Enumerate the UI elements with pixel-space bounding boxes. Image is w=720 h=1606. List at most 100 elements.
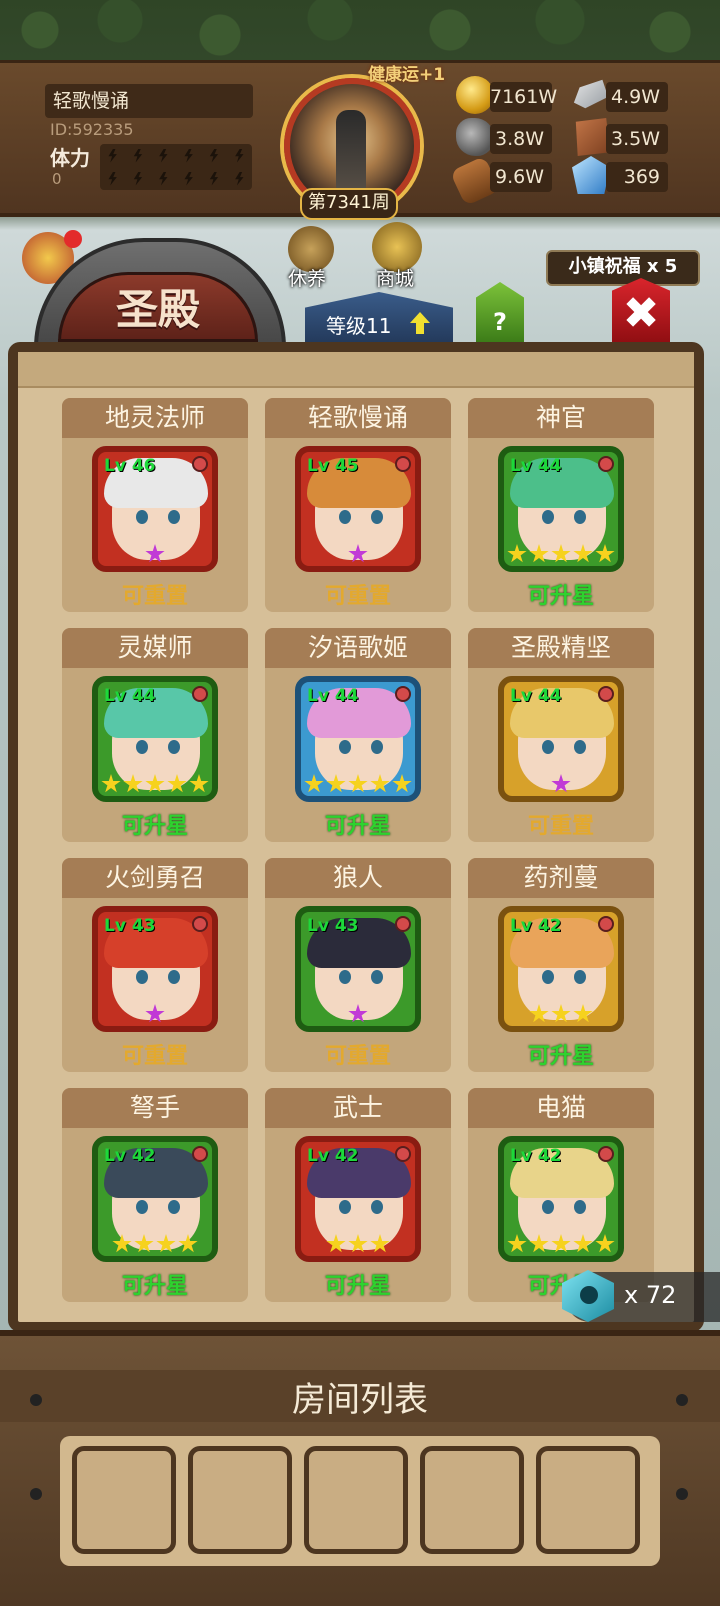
hero-stars: [98, 1234, 212, 1254]
hero-level: Lv 43: [104, 916, 156, 936]
hero-status[interactable]: 可升星: [265, 808, 451, 840]
hero-avatar[interactable]: Lv 42: [498, 1136, 624, 1262]
star-icon: [326, 1234, 346, 1253]
hero-eye: [371, 1200, 383, 1214]
gold-coin-icon: [456, 76, 494, 114]
hero-level: Lv 43: [307, 916, 359, 936]
gem-icon: [395, 456, 411, 472]
hero-status[interactable]: 可升星: [265, 1268, 451, 1300]
hero-level: Lv 42: [510, 1146, 562, 1166]
hero-eye: [136, 510, 148, 524]
ingot-amount: 4.9W: [606, 82, 668, 112]
hero-status[interactable]: 可升星: [62, 808, 248, 840]
hero-avatar[interactable]: Lv 43: [92, 906, 218, 1032]
star-icon: [101, 774, 121, 793]
room-slot[interactable]: [188, 1446, 292, 1554]
hero-status[interactable]: 可重置: [62, 578, 248, 610]
hero-card[interactable]: 火剑勇召 Lv 43 可重置: [62, 858, 248, 1072]
hero-status[interactable]: 可重置: [265, 1038, 451, 1070]
bolt-icon: [133, 171, 143, 186]
star-icon: [134, 1234, 154, 1253]
hero-card[interactable]: 圣殿精坚 Lv 44 可重置: [468, 628, 654, 842]
star-icon: [551, 1004, 571, 1023]
level-label[interactable]: 等级11: [326, 310, 391, 339]
hero-eye: [168, 1200, 180, 1214]
room-slot[interactable]: [420, 1446, 524, 1554]
rivet: [676, 1394, 688, 1406]
hero-avatar[interactable]: Lv 42: [295, 1136, 421, 1262]
hero-level: Lv 44: [104, 686, 156, 706]
hero-card[interactable]: 狼人 Lv 43 可重置: [265, 858, 451, 1072]
gem-icon: [192, 456, 208, 472]
hero-avatar[interactable]: Lv 42: [498, 906, 624, 1032]
hero-card[interactable]: 药剂蔓 Lv 42 可升星: [468, 858, 654, 1072]
hero-status[interactable]: 可重置: [62, 1038, 248, 1070]
hero-name: 武士: [265, 1088, 451, 1128]
star-icon: [145, 774, 165, 793]
hero-card[interactable]: 电猫 Lv 42 可升星: [468, 1088, 654, 1302]
gem-icon: [192, 1146, 208, 1162]
room-list-title: 房间列表: [292, 1380, 428, 1420]
page-title: 圣殿: [115, 285, 200, 334]
shop-label[interactable]: 商城: [376, 264, 414, 291]
star-icon: [112, 1234, 132, 1253]
week-counter: 第7341周: [300, 188, 398, 220]
hero-stars: [301, 774, 415, 794]
hero-avatar[interactable]: Lv 45: [295, 446, 421, 572]
hero-name: 弩手: [62, 1088, 248, 1128]
close-button[interactable]: ✖: [612, 278, 670, 348]
hero-status[interactable]: 可重置: [265, 578, 451, 610]
town-blessing-banner[interactable]: 小镇祝福 x 5: [546, 250, 700, 286]
hero-status[interactable]: 可升星: [468, 1038, 654, 1070]
ore-amount: 3.8W: [490, 124, 552, 154]
hero-avatar[interactable]: Lv 43: [295, 906, 421, 1032]
hero-stars: [504, 1234, 618, 1254]
star-icon: [529, 1234, 549, 1253]
star-icon: [573, 1234, 593, 1253]
star-icon: [573, 544, 593, 563]
gem-icon: [598, 1146, 614, 1162]
hero-stars: [504, 774, 618, 794]
player-name[interactable]: 轻歌慢诵: [45, 84, 253, 118]
portrait-figure: [336, 110, 366, 200]
bolt-icon: [209, 148, 219, 163]
hero-eye: [339, 970, 351, 984]
hero-card[interactable]: 轻歌慢诵 Lv 45 可重置: [265, 398, 451, 612]
token-count: x 72: [624, 1281, 677, 1309]
hero-status[interactable]: 可升星: [62, 1268, 248, 1300]
hero-avatar[interactable]: Lv 44: [92, 676, 218, 802]
hero-card[interactable]: 地灵法师 Lv 46 可重置: [62, 398, 248, 612]
hero-avatar[interactable]: Lv 44: [498, 446, 624, 572]
room-slot[interactable]: [72, 1446, 176, 1554]
room-slot[interactable]: [304, 1446, 408, 1554]
hero-card[interactable]: 灵媒师 Lv 44 可升星: [62, 628, 248, 842]
hero-avatar[interactable]: Lv 42: [92, 1136, 218, 1262]
star-icon: [551, 1234, 571, 1253]
stamina-value: 0: [52, 170, 62, 188]
hero-card[interactable]: 弩手 Lv 42 可升星: [62, 1088, 248, 1302]
room-slot[interactable]: [536, 1446, 640, 1554]
hero-level: Lv 42: [510, 916, 562, 936]
bolt-icon: [235, 148, 244, 163]
hero-card[interactable]: 武士 Lv 42 可升星: [265, 1088, 451, 1302]
star-icon: [156, 1234, 176, 1253]
hero-name: 地灵法师: [62, 398, 248, 438]
rest-label[interactable]: 休养: [288, 264, 326, 291]
hero-eye: [371, 510, 383, 524]
wood-amount: 9.6W: [490, 162, 552, 192]
star-icon: [123, 774, 143, 793]
hero-name: 火剑勇召: [62, 858, 248, 898]
hero-avatar[interactable]: Lv 44: [498, 676, 624, 802]
hero-name: 圣殿精坚: [468, 628, 654, 668]
hero-card[interactable]: 汐语歌姬 Lv 44 可升星: [265, 628, 451, 842]
hero-card[interactable]: 神官 Lv 44 可升星: [468, 398, 654, 612]
hero-avatar[interactable]: Lv 44: [295, 676, 421, 802]
hero-status[interactable]: 可重置: [468, 808, 654, 840]
hero-stars: [301, 544, 415, 564]
hero-eye: [136, 740, 148, 754]
star-icon: [348, 1234, 368, 1253]
hero-avatar[interactable]: Lv 46: [92, 446, 218, 572]
star-icon: [551, 774, 571, 793]
bolt-icon: [184, 148, 193, 163]
hero-status[interactable]: 可升星: [468, 578, 654, 610]
